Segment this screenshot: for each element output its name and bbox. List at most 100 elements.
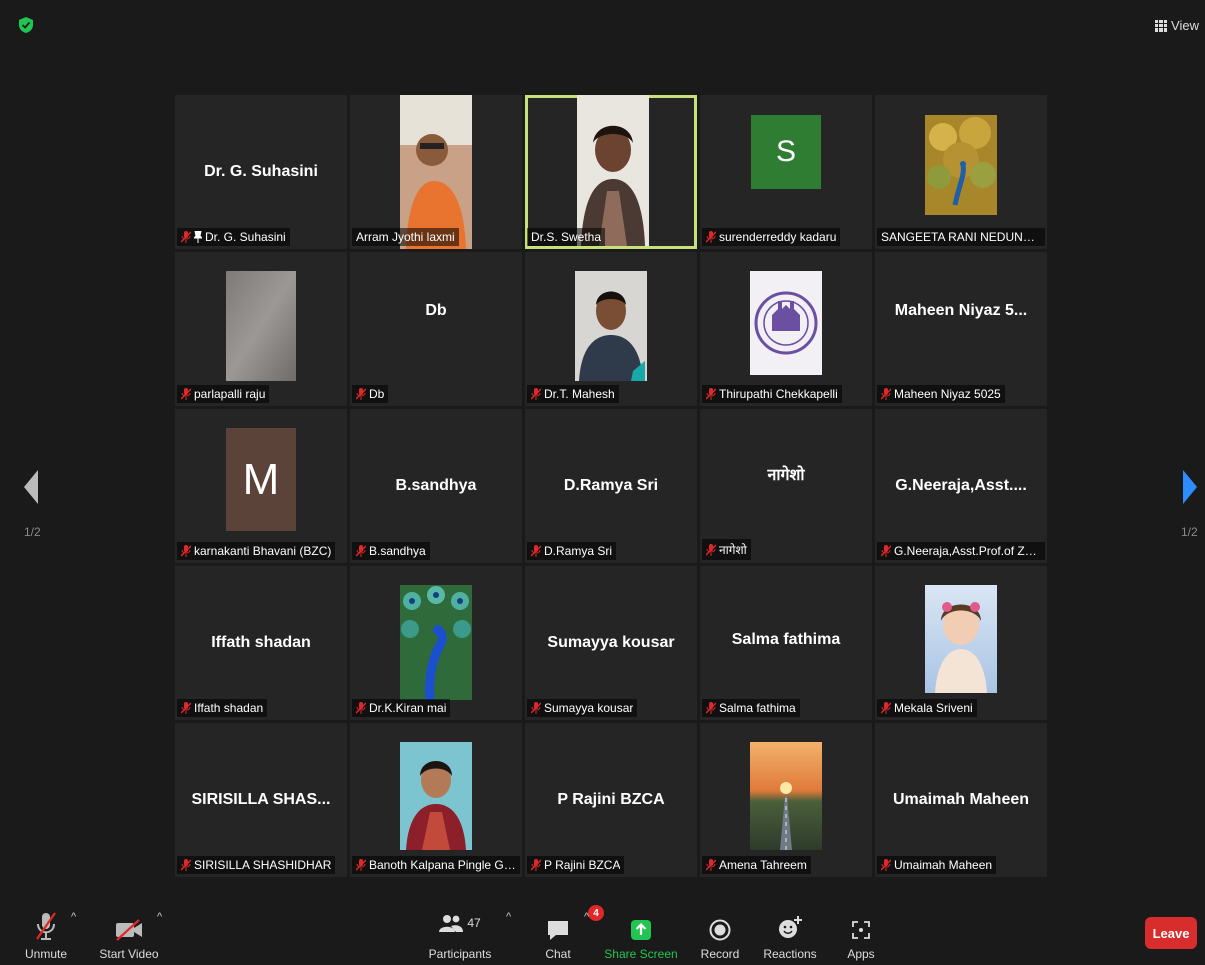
muted-mic-icon: [531, 702, 541, 714]
participant-label: Salma fathima: [702, 699, 800, 717]
participant-avatar: [226, 271, 296, 381]
participant-video: [400, 95, 472, 249]
participant-label: Amena Tahreem: [702, 856, 811, 874]
participant-label: नागेशो: [702, 539, 751, 560]
participant-name: Dr.T. Mahesh: [544, 387, 615, 401]
participant-tile[interactable]: Dr. G. Suhasini Dr. G. Suhasini: [175, 95, 347, 249]
participant-name: Thirupathi Chekkapelli: [719, 387, 838, 401]
participant-tile[interactable]: Umaimah Maheen Umaimah Maheen: [875, 723, 1047, 877]
participant-tile[interactable]: Iffath shadan Iffath shadan: [175, 566, 347, 720]
reactions-button[interactable]: Reactions: [750, 905, 830, 965]
participant-label: Dr.K.Kiran mai: [352, 699, 451, 717]
participant-display-name: Iffath shadan: [211, 634, 311, 651]
record-label: Record: [700, 947, 740, 961]
participant-name: Iffath shadan: [194, 701, 264, 715]
chat-options-caret[interactable]: ^: [584, 911, 589, 923]
muted-mic-icon: [181, 545, 191, 557]
participant-label: karnakanti Bhavani (BZC): [177, 542, 336, 560]
previous-page-arrow-icon[interactable]: [24, 470, 38, 504]
participant-tile[interactable]: Banoth Kalpana Pingle Gov...: [350, 723, 522, 877]
security-shield-icon[interactable]: [17, 16, 35, 34]
participant-display-name: नागेशो: [767, 466, 805, 484]
participant-tile-active-speaker[interactable]: Dr.S. Swetha: [525, 95, 697, 249]
participant-label: Maheen Niyaz 5025: [877, 385, 1005, 403]
muted-mic-icon: [356, 702, 366, 714]
participant-avatar: [400, 585, 472, 700]
participant-tile[interactable]: Salma fathima Salma fathima: [700, 566, 872, 720]
view-button[interactable]: View: [1155, 18, 1199, 33]
video-off-icon: [116, 919, 142, 941]
participant-label: Dr.T. Mahesh: [527, 385, 619, 403]
participant-name: Arram Jyothi laxmi: [356, 230, 455, 244]
participant-tile[interactable]: SIRISILLA SHAS... SIRISILLA SHASHIDHAR: [175, 723, 347, 877]
pin-icon: [194, 231, 202, 243]
muted-mic-icon: [881, 702, 891, 714]
participant-label: Umaimah Maheen: [877, 856, 997, 874]
share-screen-button[interactable]: Share Screen: [601, 905, 681, 965]
participant-video: [577, 95, 649, 246]
participants-options-caret[interactable]: ^: [506, 911, 511, 923]
chat-label: Chat: [545, 947, 571, 961]
participant-tile[interactable]: M karnakanti Bhavani (BZC): [175, 409, 347, 563]
muted-mic-icon: [181, 859, 191, 871]
meeting-toolbar: Unmute ^ Start Video ^ 47 Participants ^: [0, 885, 1205, 965]
participant-name: Dr.K.Kiran mai: [369, 701, 447, 715]
participant-tile[interactable]: Dr.K.Kiran mai: [350, 566, 522, 720]
participant-label: Iffath shadan: [177, 699, 268, 717]
participant-tile[interactable]: P Rajini BZCA P Rajini BZCA: [525, 723, 697, 877]
participant-name: G.Neeraja,Asst.Prof.of Zool...: [894, 544, 1041, 558]
participant-tile[interactable]: नागेशो नागेशो: [700, 409, 872, 563]
participant-tile[interactable]: Sumayya kousar Sumayya kousar: [525, 566, 697, 720]
participant-display-name: Umaimah Maheen: [892, 791, 1030, 808]
participant-tile[interactable]: D.Ramya Sri D.Ramya Sri: [525, 409, 697, 563]
participant-tile[interactable]: Db Db: [350, 252, 522, 406]
participant-label: Mekala Sriveni: [877, 699, 977, 717]
participant-tile[interactable]: SANGEETA RANI NEDUNURI: [875, 95, 1047, 249]
participant-label: parlapalli raju: [177, 385, 270, 403]
participant-tile[interactable]: B.sandhya B.sandhya: [350, 409, 522, 563]
participant-tile[interactable]: Arram Jyothi laxmi: [350, 95, 522, 249]
apps-label: Apps: [847, 947, 875, 961]
muted-mic-icon: [881, 545, 891, 557]
audio-options-caret[interactable]: ^: [71, 911, 76, 923]
muted-mic-icon: [706, 231, 716, 243]
muted-mic-icon: [881, 388, 891, 400]
muted-mic-icon: [706, 388, 716, 400]
reactions-smiley-icon: [779, 916, 802, 938]
participant-name: SANGEETA RANI NEDUNURI: [881, 230, 1041, 244]
participant-avatar: S: [751, 115, 821, 189]
participant-label: Dr. G. Suhasini: [177, 228, 290, 246]
participant-avatar: [925, 585, 997, 693]
participant-name: karnakanti Bhavani (BZC): [194, 544, 332, 558]
muted-mic-icon: [881, 859, 891, 871]
video-options-caret[interactable]: ^: [157, 911, 162, 923]
muted-mic-icon: [531, 859, 541, 871]
muted-mic-icon: [706, 859, 716, 871]
participant-tile[interactable]: Thirupathi Chekkapelli: [700, 252, 872, 406]
muted-mic-icon: [706, 702, 716, 714]
participant-tile[interactable]: S surenderreddy kadaru: [700, 95, 872, 249]
muted-mic-icon: [356, 545, 366, 557]
participant-display-name: Salma fathima: [731, 630, 841, 648]
next-page-arrow-icon[interactable]: [1183, 470, 1197, 504]
start-video-label: Start Video: [99, 947, 159, 961]
participant-tile[interactable]: Mekala Sriveni: [875, 566, 1047, 720]
participant-tile[interactable]: Maheen Niyaz 5... Maheen Niyaz 5025: [875, 252, 1047, 406]
share-screen-label: Share Screen: [604, 947, 678, 961]
participant-tile[interactable]: Amena Tahreem: [700, 723, 872, 877]
muted-mic-icon: [181, 231, 191, 243]
participant-tile[interactable]: Dr.T. Mahesh: [525, 252, 697, 406]
share-screen-icon: [631, 920, 651, 940]
participant-tile[interactable]: G.Neeraja,Asst.... G.Neeraja,Asst.Prof.o…: [875, 409, 1047, 563]
unmute-label: Unmute: [24, 947, 68, 961]
leave-button[interactable]: Leave: [1145, 917, 1197, 949]
page-indicator-right: 1/2: [1181, 525, 1198, 539]
participants-button[interactable]: 47 Participants: [420, 905, 500, 965]
reactions-label: Reactions: [763, 947, 817, 961]
apps-button[interactable]: Apps: [821, 905, 901, 965]
participant-grid: Dr. G. Suhasini Dr. G. Suhasini Arram Jy…: [175, 95, 1047, 878]
participant-name: parlapalli raju: [194, 387, 266, 401]
muted-mic-icon: [531, 545, 541, 557]
record-button[interactable]: Record: [680, 905, 760, 965]
participant-tile[interactable]: parlapalli raju: [175, 252, 347, 406]
